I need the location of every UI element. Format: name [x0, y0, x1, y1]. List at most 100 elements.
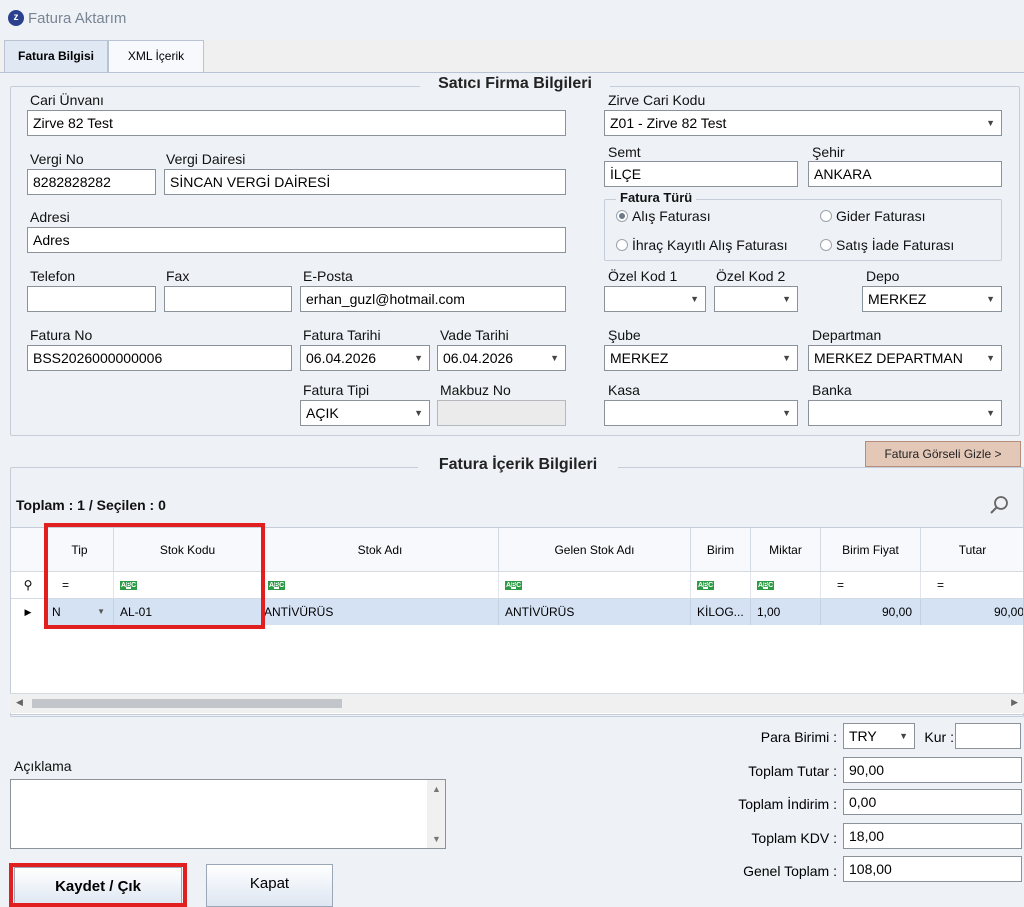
toplam-indirim-label: Toplam İndirim : [738, 796, 837, 812]
fatura-no-field[interactable]: BSS2026000000006 [27, 345, 292, 371]
search-icon[interactable] [988, 495, 1010, 517]
ozel-kod-1-select[interactable]: ▼ [604, 286, 706, 312]
radio-alis-faturasi[interactable]: Alış Faturası [616, 208, 711, 224]
depo-select[interactable]: MERKEZ ▼ [862, 286, 1002, 312]
cari-unvani-field[interactable]: Zirve 82 Test [27, 110, 566, 136]
chevron-down-icon[interactable]: ▼ [782, 346, 791, 370]
column-header-stok-adi[interactable]: Stok Adı [262, 528, 499, 572]
kasa-label: Kasa [608, 382, 640, 398]
filter-birim-fiyat[interactable]: = [821, 572, 921, 599]
cell-birim-fiyat[interactable]: 90,00 [821, 599, 921, 625]
seller-group-title: Satıcı Firma Bilgileri [420, 75, 610, 93]
kur-field[interactable] [955, 723, 1021, 749]
chevron-down-icon[interactable]: ▼ [986, 111, 995, 135]
cari-unvani-label: Cari Ünvanı [30, 92, 104, 108]
cell-birim[interactable]: KİLOG... [691, 599, 751, 625]
filter-miktar[interactable]: ABC [751, 572, 821, 599]
tab-fatura-bilgisi[interactable]: Fatura Bilgisi [4, 40, 108, 74]
radio-unchecked-icon[interactable] [820, 210, 832, 222]
filter-birim[interactable]: ABC [691, 572, 751, 599]
row-indicator-icon[interactable]: ▶ [11, 599, 46, 625]
chevron-down-icon[interactable]: ▼ [899, 724, 908, 748]
radio-ihrac-kayitli[interactable]: İhraç Kayıtlı Alış Faturası [616, 237, 788, 253]
fax-field[interactable] [164, 286, 292, 312]
departman-select[interactable]: MERKEZ DEPARTMAN ▼ [808, 345, 1002, 371]
radio-satis-iade[interactable]: Satış İade Faturası [820, 237, 954, 253]
fax-label: Fax [166, 268, 190, 284]
scroll-up-icon[interactable]: ▲ [432, 784, 441, 794]
text-filter-icon: ABC [757, 581, 775, 591]
grid-indicator-header [11, 528, 46, 572]
column-header-miktar[interactable]: Miktar [751, 528, 821, 572]
genel-toplam-field[interactable]: 108,00 [843, 856, 1022, 882]
scrollbar-thumb[interactable] [32, 699, 342, 708]
filter-stok-adi[interactable]: ABC [262, 572, 499, 599]
radio-gider-faturasi[interactable]: Gider Faturası [820, 208, 925, 224]
banka-select[interactable]: ▼ [808, 400, 1002, 426]
chevron-down-icon[interactable]: ▼ [986, 346, 995, 370]
chevron-down-icon[interactable]: ▼ [690, 287, 699, 311]
kasa-select[interactable]: ▼ [604, 400, 798, 426]
telefon-field[interactable] [27, 286, 156, 312]
close-button[interactable]: Kapat [206, 864, 333, 907]
toggle-invoice-image-button[interactable]: Fatura Görseli Gizle > [865, 441, 1021, 467]
filter-pin-icon[interactable]: ⚲ [11, 572, 46, 599]
eposta-field[interactable]: erhan_guzl@hotmail.com [300, 286, 566, 312]
fatura-tipi-value: AÇIK [306, 405, 339, 421]
chevron-down-icon[interactable]: ▼ [550, 346, 559, 370]
scroll-down-icon[interactable]: ▼ [432, 834, 441, 844]
kur-label: Kur : [924, 729, 954, 745]
ozel-kod-2-select[interactable]: ▼ [714, 286, 798, 312]
scroll-left-icon[interactable]: ◀ [16, 697, 23, 708]
grid-horizontal-scrollbar[interactable]: ◀ ▶ [10, 693, 1024, 713]
fatura-tarihi-picker[interactable]: 06.04.2026 ▼ [300, 345, 430, 371]
semt-label: Semt [608, 144, 641, 160]
semt-field[interactable]: İLÇE [604, 161, 798, 187]
vergi-dairesi-label: Vergi Dairesi [166, 151, 246, 167]
toplam-tutar-field[interactable]: 90,00 [843, 757, 1022, 783]
makbuz-no-field [437, 400, 566, 426]
tab-xml-icerik[interactable]: XML İçerik [108, 40, 204, 72]
radio-ihrac-kayitli-label: İhraç Kayıtlı Alış Faturası [632, 237, 788, 253]
column-header-birim-fiyat[interactable]: Birim Fiyat [821, 528, 921, 572]
cell-miktar[interactable]: 1,00 [751, 599, 821, 625]
filter-gelen-stok-adi[interactable]: ABC [499, 572, 691, 599]
chevron-down-icon[interactable]: ▼ [782, 287, 791, 311]
text-filter-icon: ABC [268, 581, 286, 591]
radio-unchecked-icon[interactable] [616, 239, 628, 251]
sehir-field[interactable]: ANKARA [808, 161, 1002, 187]
aciklama-textarea[interactable]: ▲ ▼ [10, 779, 446, 849]
cell-stok-adi[interactable]: ANTİVÜRÜS [262, 599, 499, 625]
column-header-gelen-stok-adi[interactable]: Gelen Stok Adı [499, 528, 691, 572]
chevron-down-icon[interactable]: ▼ [414, 401, 423, 425]
column-header-birim[interactable]: Birim [691, 528, 751, 572]
chevron-down-icon[interactable]: ▼ [782, 401, 791, 425]
column-header-tutar[interactable]: Tutar [921, 528, 1023, 572]
vergi-no-field[interactable]: 8282828282 [27, 169, 156, 195]
aciklama-label: Açıklama [14, 758, 72, 774]
vergi-dairesi-field[interactable]: SİNCAN VERGİ DAİRESİ [164, 169, 566, 195]
cell-tutar[interactable]: 90,00 [921, 599, 1023, 625]
vade-tarihi-label: Vade Tarihi [440, 327, 509, 343]
textarea-vertical-scrollbar[interactable]: ▲ ▼ [427, 780, 445, 848]
sube-select[interactable]: MERKEZ ▼ [604, 345, 798, 371]
chevron-down-icon[interactable]: ▼ [414, 346, 423, 370]
scroll-right-icon[interactable]: ▶ [1011, 697, 1018, 708]
chevron-down-icon[interactable]: ▼ [986, 287, 995, 311]
ozel-kod-2-label: Özel Kod 2 [716, 268, 786, 284]
chevron-down-icon[interactable]: ▼ [986, 401, 995, 425]
filter-tutar[interactable]: = [921, 572, 1023, 599]
para-birimi-select[interactable]: TRY ▼ [843, 723, 915, 749]
vade-tarihi-picker[interactable]: 06.04.2026 ▼ [437, 345, 566, 371]
toplam-kdv-field[interactable]: 18,00 [843, 823, 1022, 849]
depo-label: Depo [866, 268, 900, 284]
radio-checked-icon[interactable] [616, 210, 628, 222]
window-title: Fatura Aktarım [28, 10, 127, 27]
cell-gelen-stok-adi[interactable]: ANTİVÜRÜS [499, 599, 691, 625]
radio-unchecked-icon[interactable] [820, 239, 832, 251]
zirve-cari-kodu-select[interactable]: Z01 - Zirve 82 Test ▼ [604, 110, 1002, 136]
eposta-label: E-Posta [303, 268, 353, 284]
toplam-indirim-field[interactable]: 0,00 [843, 789, 1022, 815]
adres-field[interactable]: Adres [27, 227, 566, 253]
fatura-tipi-select[interactable]: AÇIK ▼ [300, 400, 430, 426]
